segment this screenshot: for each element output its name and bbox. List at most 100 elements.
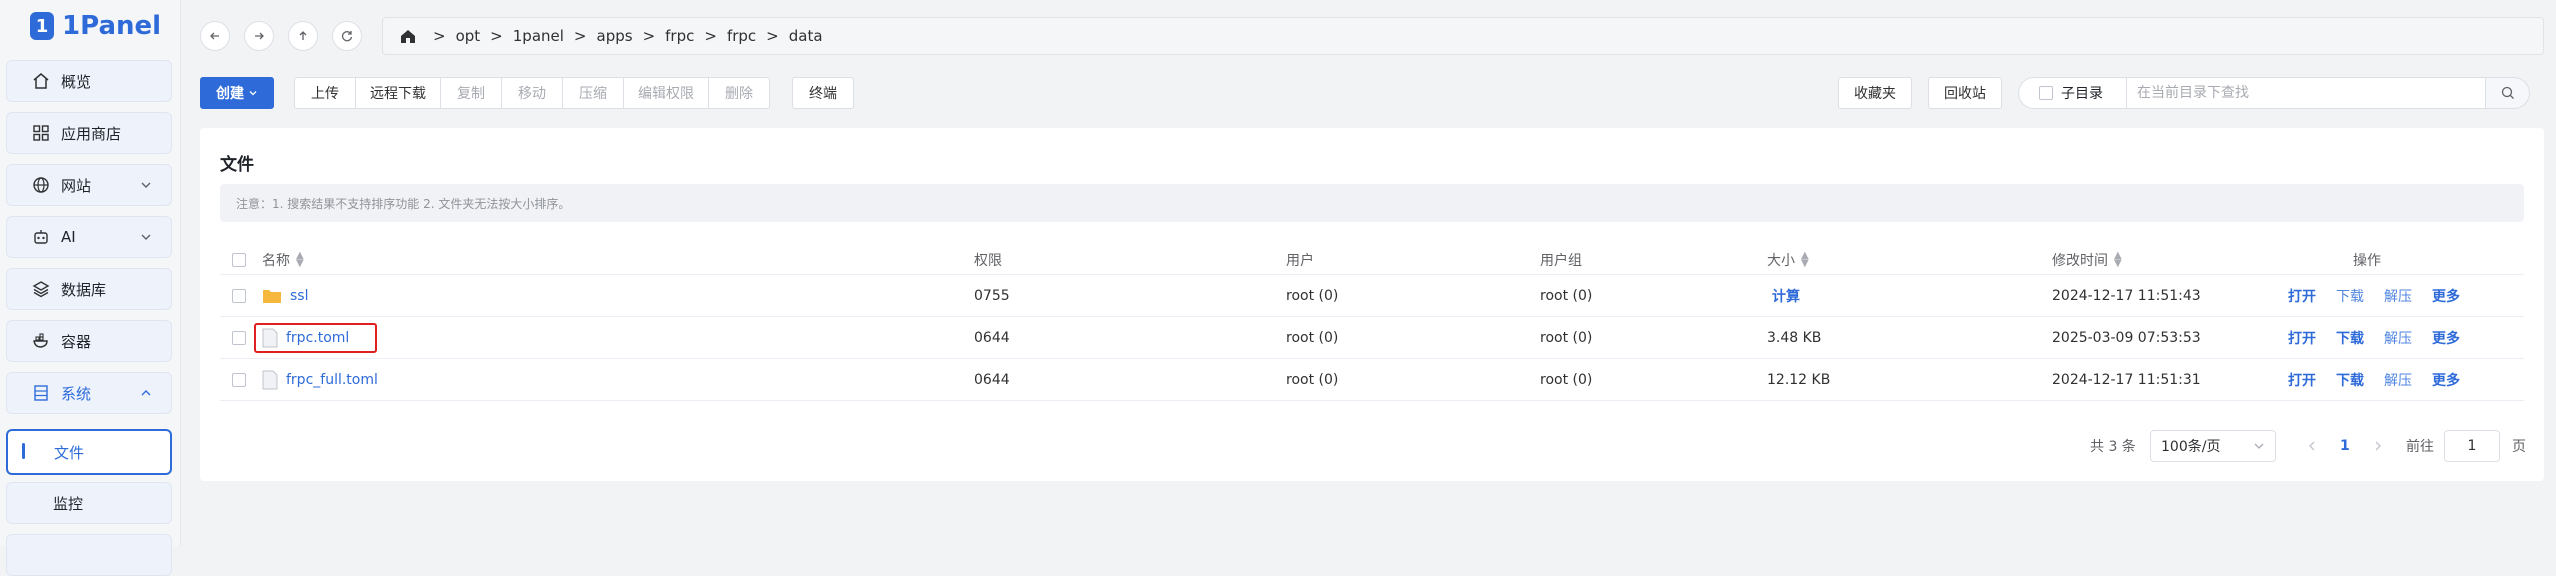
home-icon[interactable]: [399, 27, 417, 45]
more-button[interactable]: 更多: [2432, 286, 2460, 306]
remote-download-button[interactable]: 远程下载: [355, 77, 441, 109]
name-cell[interactable]: frpc.toml: [254, 317, 378, 358]
favorites-button[interactable]: 收藏夹: [1838, 77, 1912, 109]
download-button[interactable]: 下载: [2336, 370, 2364, 390]
header-modified-label: 修改时间: [2052, 253, 2108, 269]
sidebar-item-label: 监控: [53, 494, 84, 513]
header-modified[interactable]: 修改时间 ▲ ▼: [2052, 246, 2122, 274]
header-user-label: 用户: [1286, 253, 1314, 269]
sidebar-item-more[interactable]: [6, 534, 172, 576]
page-size-select[interactable]: 100条/页: [2150, 430, 2276, 462]
sidebar-item-label: 系统: [61, 384, 92, 403]
recycle-bin-label: 回收站: [1944, 86, 1986, 102]
move-button[interactable]: 移动: [501, 77, 563, 109]
remote-download-label: 远程下载: [370, 86, 426, 102]
table-header: 名称 ▲ ▼ 权限 用户 用户组 大小 ▲ ▼ 修改时间 ▲ ▼ 操作: [220, 246, 2524, 275]
name-cell[interactable]: ssl: [262, 275, 308, 316]
recycle-bin-button[interactable]: 回收站: [1928, 77, 2002, 109]
terminal-button[interactable]: 终端: [792, 77, 854, 109]
search-input[interactable]: [2126, 77, 2486, 109]
more-button[interactable]: 更多: [2432, 370, 2460, 390]
edit-permission-button[interactable]: 编辑权限: [623, 77, 709, 109]
refresh-button[interactable]: [332, 21, 362, 51]
sidebar-item-monitor[interactable]: 监控: [6, 482, 172, 524]
header-size[interactable]: 大小 ▲ ▼: [1767, 246, 1809, 274]
row-checkbox[interactable]: [232, 372, 246, 387]
user-cell: root (0): [1286, 287, 1339, 304]
breadcrumb-item[interactable]: frpc: [665, 27, 694, 45]
size-cell: 计算: [1772, 275, 1800, 316]
size-cell: 3.48 KB: [1767, 329, 1822, 346]
header-name[interactable]: 名称 ▲ ▼: [262, 246, 304, 274]
row-select-cell: [232, 359, 246, 400]
header-group: 用户组: [1540, 246, 1582, 274]
copy-button[interactable]: 复制: [440, 77, 502, 109]
breadcrumb-separator: >: [766, 27, 779, 45]
logo-wordmark: 1Panel: [62, 11, 162, 41]
decompress-button[interactable]: 解压: [2384, 286, 2412, 306]
name-cell[interactable]: frpc_full.toml: [262, 359, 378, 400]
subdirectory-checkbox[interactable]: 子目录: [2018, 77, 2126, 109]
page-number-current[interactable]: 1: [2340, 430, 2350, 462]
sidebar-item-overview[interactable]: 概览: [6, 60, 172, 102]
breadcrumb-item[interactable]: apps: [597, 27, 633, 45]
forward-button[interactable]: [244, 21, 274, 51]
open-button[interactable]: 打开: [2288, 286, 2316, 306]
compress-button[interactable]: 压缩: [562, 77, 624, 109]
checkbox[interactable]: [2039, 86, 2053, 100]
row-checkbox[interactable]: [232, 330, 246, 345]
breadcrumb-separator: >: [704, 27, 717, 45]
subdirectory-label: 子目录: [2061, 86, 2103, 102]
back-button[interactable]: [200, 21, 230, 51]
breadcrumb-item[interactable]: opt: [456, 27, 481, 45]
header-user: 用户: [1286, 246, 1314, 274]
delete-button[interactable]: 删除: [708, 77, 770, 109]
download-button[interactable]: 下载: [2336, 328, 2364, 348]
prev-page-button[interactable]: [2306, 430, 2318, 462]
select-all-checkbox[interactable]: [232, 253, 246, 267]
sidebar-item-system[interactable]: 系统: [6, 372, 172, 414]
compress-label: 压缩: [579, 86, 607, 102]
breadcrumb-separator: >: [490, 27, 503, 45]
decompress-button[interactable]: 解压: [2384, 370, 2412, 390]
sidebar-item-ai[interactable]: AI: [6, 216, 172, 258]
open-button[interactable]: 打开: [2288, 370, 2316, 390]
group-cell: root (0): [1540, 329, 1593, 346]
files-card: 文件 注意：1. 搜索结果不支持排序功能 2. 文件夹无法按大小排序。 名称 ▲ ▼…: [200, 128, 2544, 481]
goto-page-input[interactable]: [2444, 430, 2500, 462]
file-icon: [262, 328, 278, 347]
decompress-button[interactable]: 解压: [2384, 328, 2412, 348]
delete-label: 删除: [725, 86, 753, 102]
modified-cell: 2025-03-09 07:53:53: [2052, 329, 2201, 346]
next-page-button[interactable]: [2372, 430, 2384, 462]
logo[interactable]: 1 1Panel 1Panel: [30, 8, 161, 44]
chevron-up-icon: [141, 390, 151, 396]
upload-button[interactable]: 上传: [294, 77, 356, 109]
more-button[interactable]: 更多: [2432, 328, 2460, 348]
file-name-link[interactable]: frpc_full.toml: [286, 372, 378, 388]
sidebar-item-website[interactable]: 网站: [6, 164, 172, 206]
home-icon: [31, 71, 51, 91]
create-button[interactable]: 创建: [200, 77, 274, 109]
sidebar-item-files[interactable]: 文件: [6, 429, 172, 475]
open-button[interactable]: 打开: [2288, 328, 2316, 348]
file-name-link[interactable]: frpc.toml: [286, 330, 349, 346]
logo-icon: 1: [30, 12, 54, 40]
sidebar-item-app-store[interactable]: 应用商店: [6, 112, 172, 154]
sidebar-item-database[interactable]: 数据库: [6, 268, 172, 310]
group-cell: root (0): [1540, 371, 1593, 388]
breadcrumb-item[interactable]: data: [789, 27, 823, 45]
search-button[interactable]: [2486, 77, 2530, 109]
breadcrumb-item[interactable]: 1panel: [513, 27, 564, 45]
sort-icon: ▲ ▼: [296, 250, 304, 269]
copy-label: 复制: [457, 86, 485, 102]
file-name-link[interactable]: ssl: [290, 288, 308, 304]
up-directory-button[interactable]: [288, 21, 318, 51]
sidebar-item-label: 概览: [61, 72, 92, 91]
calculate-size-button[interactable]: 计算: [1772, 286, 1800, 306]
download-button[interactable]: 下载: [2336, 286, 2364, 306]
breadcrumb-item[interactable]: frpc: [727, 27, 756, 45]
row-checkbox[interactable]: [232, 288, 246, 303]
sidebar-item-container[interactable]: 容器: [6, 320, 172, 362]
sidebar-item-label: 容器: [61, 332, 92, 351]
